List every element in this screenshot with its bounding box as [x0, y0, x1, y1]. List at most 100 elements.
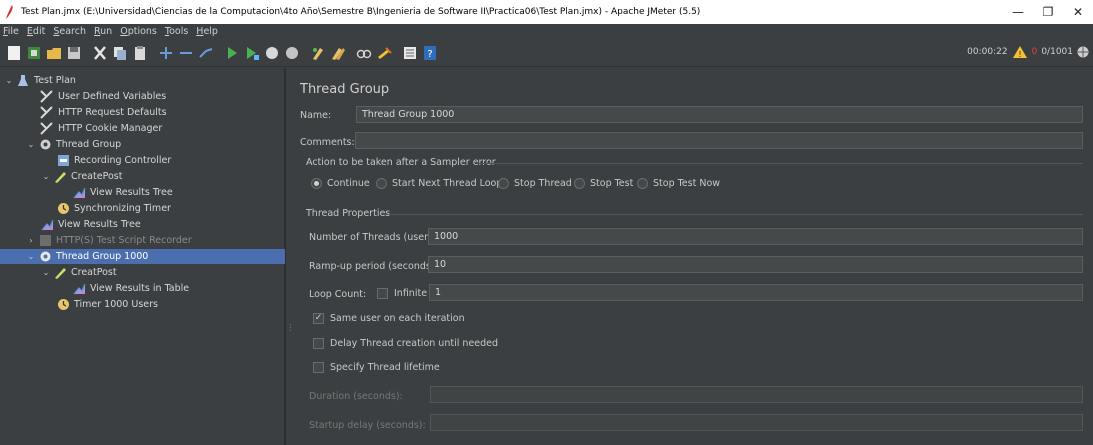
menu-search[interactable]: Search	[53, 26, 86, 37]
tree-node-synchronizing-timer[interactable]: Synchronizing Timer	[56, 201, 171, 216]
checkbox-unchecked-icon	[313, 362, 324, 373]
delay-thread-creation-checkbox[interactable]: Delay Thread creation until needed	[313, 338, 498, 349]
minimize-button[interactable]: —	[1003, 5, 1033, 19]
num-threads-label: Number of Threads (users):	[309, 232, 440, 243]
comments-field[interactable]	[355, 132, 1083, 149]
test-plan-tree: ⌄ Test Plan User Defined Variables HTTP …	[0, 68, 285, 445]
tree-node-timer-1000-users[interactable]: Timer 1000 Users	[56, 297, 158, 312]
duration-field[interactable]	[430, 386, 1083, 403]
menu-run[interactable]: Run	[94, 26, 112, 37]
templates-icon[interactable]	[26, 45, 42, 61]
tree-node-creatpost[interactable]: ⌄ CreatPost	[41, 265, 117, 280]
maximize-button[interactable]: ❐	[1033, 5, 1063, 19]
chevron-down-icon[interactable]: ⌄	[26, 140, 36, 149]
svg-text:?: ?	[427, 49, 432, 60]
delay-thread-label: Delay Thread creation until needed	[330, 338, 498, 349]
checkbox-unchecked-icon	[377, 288, 388, 299]
tree-node-label: Synchronizing Timer	[74, 203, 171, 214]
same-user-checkbox[interactable]: ✓ Same user on each iteration	[313, 313, 465, 324]
start-icon[interactable]	[224, 45, 240, 61]
radio-stop-test-now-label: Stop Test Now	[653, 178, 721, 189]
startup-delay-field[interactable]	[430, 414, 1083, 431]
group-divider	[478, 163, 1083, 164]
radio-stop-test[interactable]: Stop Test	[574, 178, 633, 189]
infinite-label: Infinite	[394, 288, 428, 299]
menu-edit[interactable]: Edit	[27, 26, 45, 37]
name-field[interactable]: Thread Group 1000	[356, 106, 1083, 123]
menu-tools[interactable]: Tools	[165, 26, 188, 37]
function-helper-icon[interactable]	[402, 45, 418, 61]
pencil-icon	[53, 266, 67, 279]
loop-count-field[interactable]: 1	[429, 284, 1083, 301]
radio-stop-test-now[interactable]: Stop Test Now	[637, 178, 720, 189]
tree-node-createpost[interactable]: ⌄ CreatePost	[41, 169, 122, 184]
split-pane-divider[interactable]: ⋮	[285, 68, 295, 445]
menu-help[interactable]: Help	[196, 26, 218, 37]
tree-node-label: HTTP(S) Test Script Recorder	[56, 235, 192, 246]
tree-node-label: View Results in Table	[90, 283, 190, 294]
menu-file[interactable]: File	[3, 26, 19, 37]
tree-node-view-results-tree-2[interactable]: View Results Tree	[40, 217, 141, 232]
jmeter-feather-icon	[6, 5, 13, 19]
name-label: Name:	[300, 110, 332, 121]
tree-node-recording-controller[interactable]: Recording Controller	[56, 153, 171, 168]
chevron-down-icon[interactable]: ⌄	[41, 172, 51, 181]
shutdown-icon[interactable]	[284, 45, 300, 61]
copy-icon[interactable]	[112, 45, 128, 61]
timer-icon	[56, 202, 70, 215]
tree-node-thread-group[interactable]: ⌄ Thread Group	[26, 137, 122, 152]
clear-all-icon[interactable]	[330, 45, 346, 61]
splitter-grip-icon[interactable]: ⋮	[287, 323, 295, 341]
checkmark-icon: ✓	[313, 313, 324, 324]
tree-node-view-results-tree[interactable]: View Results Tree	[72, 185, 173, 200]
remote-globe-icon[interactable]	[1077, 46, 1089, 58]
radio-stop-thread[interactable]: Stop Thread	[498, 178, 572, 189]
menu-options[interactable]: Options	[120, 26, 157, 37]
rampup-field[interactable]: 10	[428, 256, 1083, 273]
chevron-down-icon[interactable]: ⌄	[4, 76, 14, 85]
close-button[interactable]: ✕	[1063, 5, 1093, 19]
chevron-down-icon[interactable]: ⌄	[41, 268, 51, 277]
cut-icon[interactable]	[92, 45, 108, 61]
tree-node-label: Thread Group 1000	[56, 251, 149, 262]
save-icon[interactable]	[66, 45, 82, 61]
radio-continue[interactable]: Continue	[311, 178, 370, 189]
stop-icon[interactable]	[264, 45, 280, 61]
help-icon[interactable]: ?	[422, 45, 438, 61]
collapse-all-icon[interactable]	[178, 45, 194, 61]
radio-icon	[574, 178, 585, 189]
menu-bar: File Edit Search Run Options Tools Help	[0, 24, 1093, 39]
tree-node-test-plan[interactable]: ⌄ Test Plan	[4, 73, 76, 88]
start-no-pauses-icon[interactable]	[244, 45, 260, 61]
reset-search-icon[interactable]	[376, 45, 392, 61]
menu-run-label: un	[100, 26, 113, 37]
open-icon[interactable]	[46, 45, 62, 61]
specify-lifetime-checkbox[interactable]: Specify Thread lifetime	[313, 362, 440, 373]
tree-node-user-defined-variables[interactable]: User Defined Variables	[40, 89, 166, 104]
timer-icon	[56, 298, 70, 311]
expand-all-icon[interactable]	[158, 45, 174, 61]
clear-icon[interactable]	[310, 45, 326, 61]
radio-start-next-thread-loop[interactable]: Start Next Thread Loop	[376, 178, 502, 189]
sampler-error-group-title: Action to be taken after a Sampler error	[306, 157, 496, 168]
toggle-icon[interactable]	[198, 45, 214, 61]
tree-node-label: Recording Controller	[74, 155, 172, 166]
search-icon[interactable]	[356, 45, 372, 61]
thread-group-panel: Thread Group Name: Thread Group 1000 Com…	[291, 68, 1093, 445]
tree-node-http-request-defaults[interactable]: HTTP Request Defaults	[40, 105, 167, 120]
infinite-checkbox[interactable]: Infinite	[377, 288, 427, 299]
new-icon[interactable]	[6, 45, 22, 61]
chevron-down-icon[interactable]: ⌄	[26, 252, 36, 261]
chevron-right-icon[interactable]: ›	[26, 236, 36, 245]
wrench-icon	[40, 122, 54, 135]
elapsed-time: 00:00:22	[967, 47, 1008, 57]
tree-node-view-results-in-table[interactable]: View Results in Table	[72, 281, 189, 296]
tree-node-thread-group-1000[interactable]: ⌄ Thread Group 1000	[26, 249, 149, 264]
radio-stop-thread-label: Stop Thread	[514, 178, 572, 189]
warning-icon[interactable]: !	[1012, 45, 1028, 59]
paste-icon[interactable]	[132, 45, 148, 61]
menu-help-label: elp	[203, 26, 218, 37]
tree-node-http-cookie-manager[interactable]: HTTP Cookie Manager	[40, 121, 162, 136]
tree-node-https-test-script-recorder[interactable]: › HTTP(S) Test Script Recorder	[26, 233, 192, 248]
num-threads-field[interactable]: 1000	[428, 228, 1083, 245]
